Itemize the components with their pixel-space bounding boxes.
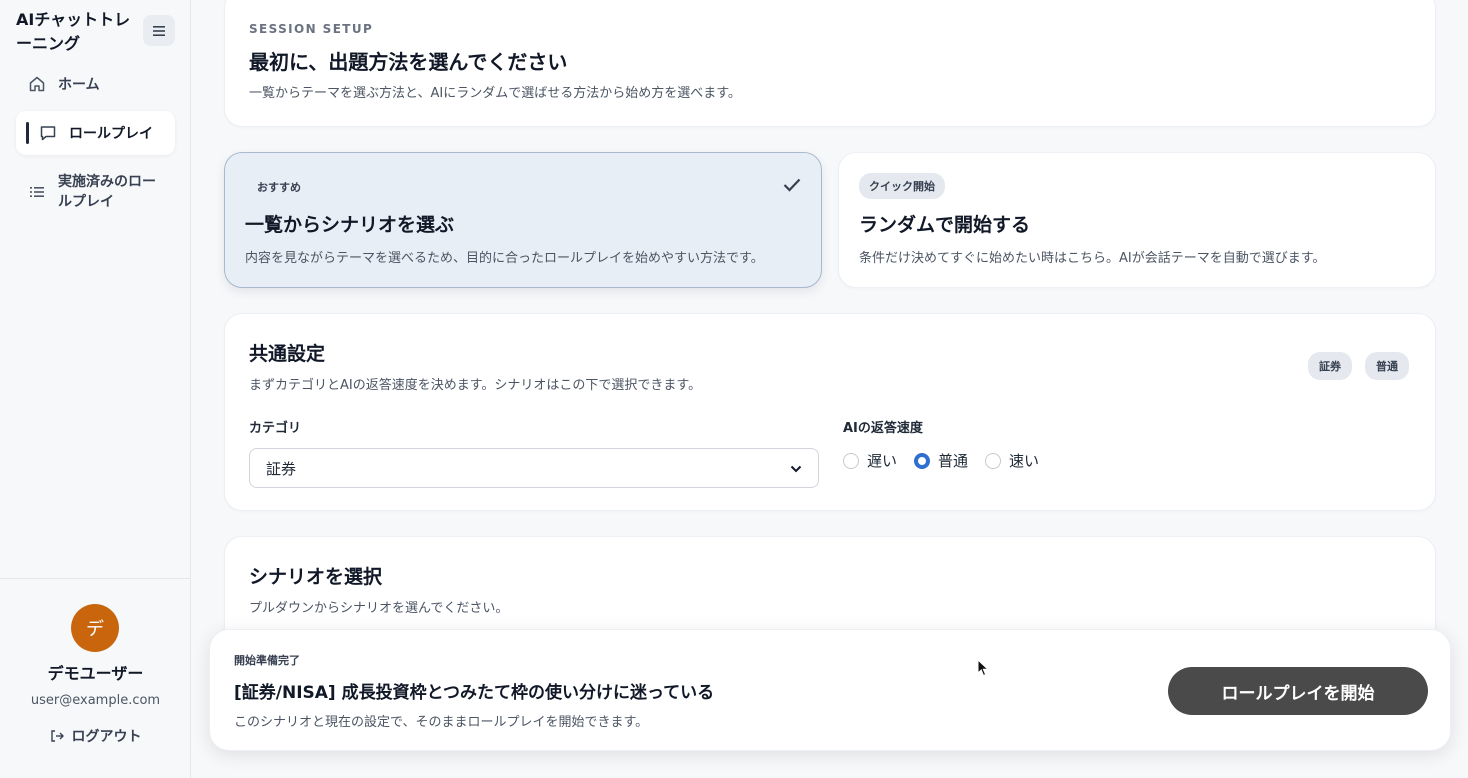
radio-button[interactable] [985,452,1002,469]
avatar: デ [71,604,119,652]
category-select[interactable]: 証券 [249,448,819,488]
logout-button[interactable]: ログアウト [0,726,191,746]
session-setup-card: SESSION SETUP 最初に、出題方法を選んでください 一覧からテーマを選… [224,0,1436,127]
section-description: プルダウンからシナリオを選んでください。 [249,601,509,616]
quick-start-badge: クイック開始 [859,173,945,199]
speed-radio-group: 遅い 普通 速い [843,450,1056,471]
sidebar-item-completed-roleplays[interactable]: 実施済みのロールプレイ [16,172,175,212]
mode-card-list[interactable]: おすすめ 一覧からシナリオを選ぶ 内容を見ながらテーマを選べるため、目的に合った… [224,152,822,288]
user-email: user@example.com [30,693,161,708]
speed-option-fast[interactable]: 速い [985,450,1039,471]
section-eyebrow: SESSION SETUP [249,22,374,36]
sidebar-item-roleplay[interactable]: ロールプレイ [16,111,175,155]
section-title: シナリオを選択 [249,566,383,588]
radio-label: 速い [1009,452,1040,470]
chevron-down-icon [790,459,802,477]
section-title: 共通設定 [249,343,326,365]
sidebar-item-label: ホーム [58,77,100,93]
mode-card-random[interactable]: クイック開始 ランダムで開始する 条件だけ決めてすぐに始めたい時はこちら。AIが… [838,152,1436,288]
common-settings-card: 共通設定 まずカテゴリとAIの返答速度を決めます。シナリオはこの下で選択できます… [224,313,1436,511]
recommended-badge: おすすめ [257,181,301,194]
sidebar-divider [0,578,191,579]
sidebar: AIチャットトレーニング ホーム ロールプレイ 実施済みのロールプレイ デ デモ… [0,0,191,778]
start-roleplay-button[interactable]: ロールプレイを開始 [1168,667,1428,715]
speed-option-normal[interactable]: 普通 [914,450,968,471]
logout-icon [50,729,64,743]
footer-note: このシナリオと現在の設定で、そのままロールプレイを開始できます。 [234,715,649,730]
mode-description: 内容を見ながらテーマを選べるため、目的に合ったロールプレイを始めやすい方法です。 [245,251,764,266]
radio-button[interactable] [843,452,859,469]
sidebar-item-home[interactable]: ホーム [16,72,175,96]
home-icon [28,75,46,93]
page-title: 最初に、出題方法を選んでください [249,50,568,74]
tag-category: 証券 [1308,352,1352,380]
menu-toggle-button[interactable] [143,15,175,46]
mode-title: ランダムで開始する [859,214,1031,236]
tag-speed: 普通 [1365,352,1409,380]
radio-button-selected[interactable] [914,452,931,469]
hamburger-icon [153,25,165,36]
page-description: 一覧からテーマを選ぶ方法と、AIにランダムで選ばせる方法から始め方を選べます。 [249,86,741,101]
speed-label: AIの返答速度 [843,421,923,436]
speed-option-slow[interactable]: 遅い [843,450,897,471]
sidebar-item-label: 実施済みのロールプレイ [58,174,156,210]
logout-label: ログアウト [71,729,142,745]
check-icon [783,177,801,196]
radio-label: 普通 [938,452,969,470]
mouse-cursor-icon [977,658,990,681]
mode-title: 一覧からシナリオを選ぶ [245,214,455,236]
selected-scenario-title: [証券/NISA] 成長投資枠とつみたて枠の使い分けに迷っている [234,683,715,703]
ready-status: 開始準備完了 [234,654,300,667]
list-icon [28,183,46,201]
active-indicator [26,122,29,144]
app-title: AIチャットトレーニング [16,10,131,53]
sidebar-item-label: ロールプレイ [69,126,153,142]
start-footer-bar: 開始準備完了 [証券/NISA] 成長投資枠とつみたて枠の使い分けに迷っている … [209,629,1451,751]
mode-description: 条件だけ決めてすぐに始めたい時はこちら。AIが会話テーマを自動で選びます。 [859,251,1326,266]
section-description: まずカテゴリとAIの返答速度を決めます。シナリオはこの下で選択できます。 [249,378,702,393]
category-label: カテゴリ [249,421,302,436]
chat-bubble-icon [39,124,57,142]
radio-label: 遅い [867,452,898,470]
category-select-value: 証券 [266,459,297,478]
user-name: デモユーザー [47,664,144,683]
